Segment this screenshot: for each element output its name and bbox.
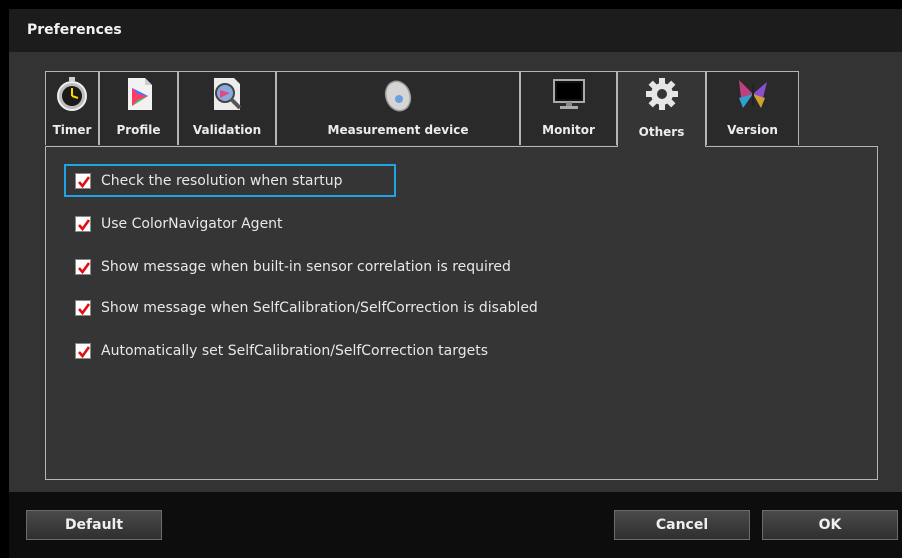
title-bar: Preferences <box>9 9 902 52</box>
checkbox[interactable] <box>75 259 91 275</box>
checkmark-icon <box>78 176 91 189</box>
tab-label: Monitor <box>542 123 595 137</box>
option-label: Check the resolution when startup <box>101 173 343 189</box>
option-label: Automatically set SelfCalibration/SelfCo… <box>101 343 489 359</box>
tab-timer[interactable]: Timer <box>45 71 99 145</box>
checkmark-icon <box>78 303 91 316</box>
tab-label: Version <box>727 123 778 137</box>
desktop-edge <box>0 0 9 558</box>
checkmark-icon <box>78 262 91 275</box>
validation-magnifier-icon <box>214 78 242 110</box>
cancel-button[interactable]: Cancel <box>614 510 750 540</box>
tab-label: Measurement device <box>327 123 469 137</box>
others-panel: Check the resolution when startup Use Co… <box>45 146 878 480</box>
profile-icon <box>127 78 152 110</box>
option-selfcalibration-disabled-message[interactable]: Show message when SelfCalibration/SelfCo… <box>75 297 538 319</box>
option-auto-set-targets[interactable]: Automatically set SelfCalibration/SelfCo… <box>75 340 488 362</box>
tab-validation[interactable]: Validation <box>178 71 276 145</box>
default-button[interactable]: Default <box>26 510 162 540</box>
option-label: Use ColorNavigator Agent <box>101 216 283 232</box>
tab-monitor[interactable]: Monitor <box>520 71 617 145</box>
window-title: Preferences <box>27 22 122 38</box>
tab-others[interactable]: Others <box>617 71 706 147</box>
option-label: Show message when built-in sensor correl… <box>101 259 511 275</box>
tab-version[interactable]: Version <box>706 71 799 145</box>
monitor-icon <box>552 79 585 109</box>
checkbox[interactable] <box>75 343 91 359</box>
checkbox[interactable] <box>75 300 91 316</box>
mouse-sensor-icon <box>384 80 412 112</box>
option-use-agent[interactable]: Use ColorNavigator Agent <box>75 213 283 235</box>
ok-button[interactable]: OK <box>762 510 898 540</box>
tab-profile[interactable]: Profile <box>99 71 178 145</box>
checkbox[interactable] <box>75 173 91 189</box>
tab-label: Timer <box>52 123 92 137</box>
tab-measurement-device[interactable]: Measurement device <box>276 71 520 145</box>
butterfly-icon <box>738 80 767 108</box>
checkbox[interactable] <box>75 216 91 232</box>
tab-label: Profile <box>116 123 161 137</box>
checkmark-icon <box>78 219 91 232</box>
checkmark-icon <box>78 346 91 359</box>
tab-label: Validation <box>192 123 262 137</box>
option-sensor-correlation-message[interactable]: Show message when built-in sensor correl… <box>75 256 511 278</box>
gear-icon <box>645 78 678 110</box>
option-check-resolution[interactable]: Check the resolution when startup <box>75 170 343 192</box>
stopwatch-icon <box>57 77 87 111</box>
tab-label: Others <box>638 125 685 139</box>
option-label: Show message when SelfCalibration/SelfCo… <box>101 300 538 316</box>
